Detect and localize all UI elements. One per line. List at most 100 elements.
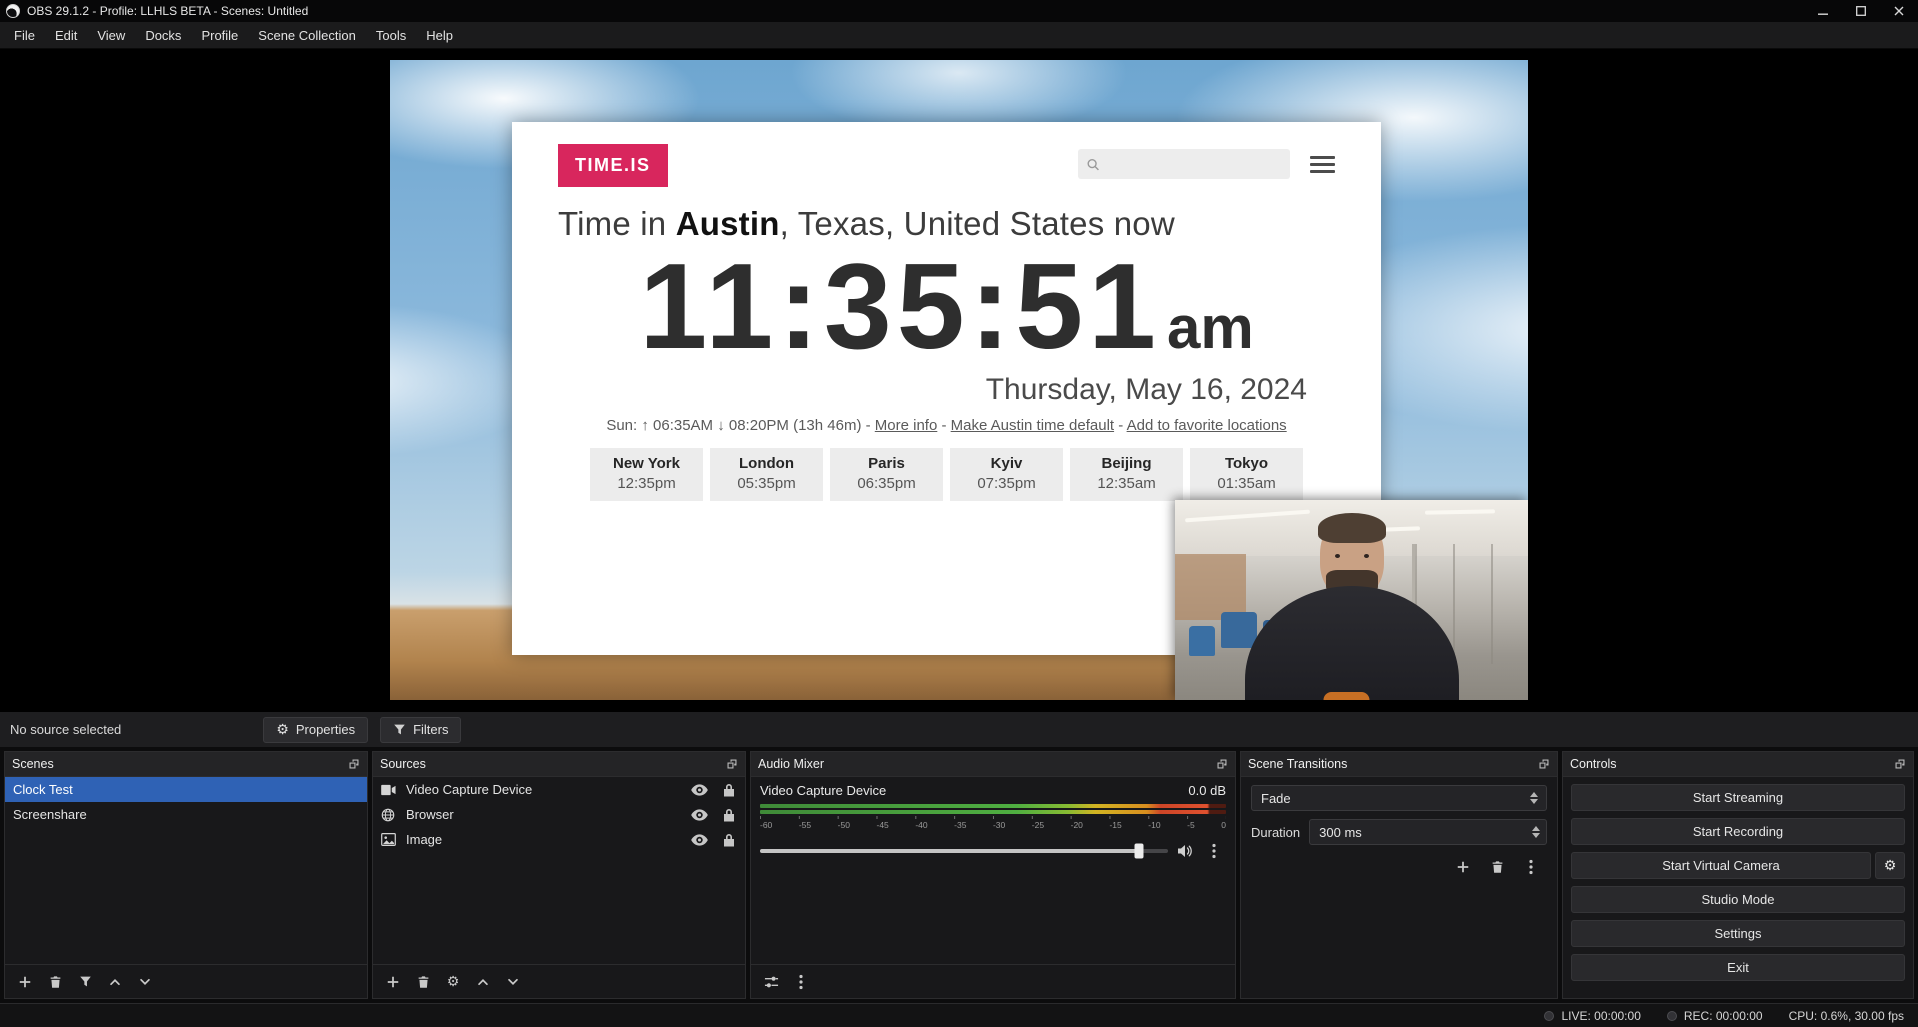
menu-item-docks[interactable]: Docks (135, 22, 191, 48)
menu-item-help[interactable]: Help (416, 22, 463, 48)
start-streaming-button[interactable]: Start Streaming (1571, 784, 1905, 811)
menu-item-file[interactable]: File (4, 22, 45, 48)
virtual-camera-settings-button[interactable]: ⚙ (1875, 852, 1905, 879)
volume-slider[interactable] (760, 849, 1168, 853)
add-favorite-link[interactable]: Add to favorite locations (1127, 417, 1287, 434)
scenes-dock: Scenes Clock Test Screenshare (4, 751, 368, 999)
minimize-icon (1818, 6, 1828, 16)
visibility-eye-icon[interactable] (691, 784, 708, 796)
clock-time: 11:35:51 (639, 238, 1161, 374)
menu-item-profile[interactable]: Profile (191, 22, 248, 48)
search-input[interactable] (1106, 157, 1282, 172)
add-transition-button[interactable] (1451, 855, 1475, 879)
program-video[interactable]: TIME.IS (390, 60, 1528, 700)
scenes-dock-header[interactable]: Scenes (5, 752, 367, 777)
source-properties-gear-icon[interactable]: ⚙ (441, 970, 465, 994)
start-recording-button[interactable]: Start Recording (1571, 818, 1905, 845)
source-item-image[interactable]: Image (373, 827, 745, 852)
duration-increase-button[interactable] (1532, 826, 1540, 831)
sources-toolbar: ⚙ (373, 964, 745, 998)
filters-button[interactable]: Filters (380, 717, 461, 743)
move-source-down-button[interactable] (501, 970, 525, 994)
timeis-logo[interactable]: TIME.IS (558, 144, 668, 187)
hamburger-menu-icon[interactable] (1310, 154, 1335, 175)
more-info-link[interactable]: More info (875, 417, 938, 434)
filter-icon (393, 723, 406, 736)
visibility-eye-icon[interactable] (691, 809, 708, 821)
move-source-up-button[interactable] (471, 970, 495, 994)
start-virtual-camera-button[interactable]: Start Virtual Camera (1571, 852, 1871, 879)
menu-bar: File Edit View Docks Profile Scene Colle… (0, 22, 1918, 49)
duration-spinbox[interactable]: 300 ms (1309, 819, 1547, 845)
lock-icon[interactable] (723, 833, 735, 847)
city-card-beijing[interactable]: Beijing 12:35am (1070, 448, 1183, 501)
city-card-paris[interactable]: Paris 06:35pm (830, 448, 943, 501)
move-scene-down-button[interactable] (133, 970, 157, 994)
maximize-button[interactable] (1842, 0, 1880, 22)
visibility-eye-icon[interactable] (691, 834, 708, 846)
search-icon (1086, 157, 1100, 172)
source-item-video-capture[interactable]: Video Capture Device (373, 777, 745, 802)
scene-filters-button[interactable] (73, 970, 97, 994)
scene-item-screenshare[interactable]: Screenshare (5, 802, 367, 827)
city-card-kyiv[interactable]: Kyiv 07:35pm (950, 448, 1063, 501)
title-area: OBS 29.1.2 - Profile: LLHLS BETA - Scene… (6, 4, 308, 18)
gear-icon: ⚙ (276, 723, 289, 737)
audio-mixer-title: Audio Mixer (758, 757, 824, 771)
advanced-audio-icon[interactable] (759, 970, 783, 994)
mixer-menu-dots-icon[interactable] (789, 970, 813, 994)
close-button[interactable] (1880, 0, 1918, 22)
remove-source-button[interactable] (411, 970, 435, 994)
lock-icon[interactable] (723, 808, 735, 822)
popout-icon[interactable] (348, 758, 360, 770)
preview-canvas[interactable]: TIME.IS (0, 49, 1918, 711)
source-item-browser[interactable]: Browser (373, 802, 745, 827)
transition-properties-dots-icon[interactable] (1519, 855, 1543, 879)
city-card-new-york[interactable]: New York 12:35pm (590, 448, 703, 501)
sources-dock-header[interactable]: Sources (373, 752, 745, 777)
speaker-icon[interactable] (1177, 844, 1193, 858)
popout-icon[interactable] (1216, 758, 1228, 770)
webcam-source[interactable] (1175, 500, 1528, 700)
studio-mode-button[interactable]: Studio Mode (1571, 886, 1905, 913)
exit-button[interactable]: Exit (1571, 954, 1905, 981)
mixer-options-dots-icon[interactable] (1202, 839, 1226, 863)
move-scene-up-button[interactable] (103, 970, 127, 994)
add-scene-button[interactable] (13, 970, 37, 994)
properties-button[interactable]: ⚙ Properties (263, 717, 368, 743)
transition-select[interactable]: Fade (1251, 785, 1547, 811)
volume-slider-handle[interactable] (1135, 844, 1144, 859)
image-icon (381, 833, 398, 846)
scene-item-clock-test[interactable]: Clock Test (5, 777, 367, 802)
popout-icon[interactable] (1538, 758, 1550, 770)
make-default-link[interactable]: Make Austin time default (951, 417, 1114, 434)
add-source-button[interactable] (381, 970, 405, 994)
settings-button[interactable]: Settings (1571, 920, 1905, 947)
dock-area: Scenes Clock Test Screenshare (0, 747, 1918, 1003)
search-box[interactable] (1078, 149, 1290, 179)
city-card-london[interactable]: London 05:35pm (710, 448, 823, 501)
menu-item-view[interactable]: View (87, 22, 135, 48)
menu-item-tools[interactable]: Tools (366, 22, 416, 48)
duration-decrease-button[interactable] (1532, 833, 1540, 838)
transitions-dock-header[interactable]: Scene Transitions (1241, 752, 1557, 777)
popout-icon[interactable] (1894, 758, 1906, 770)
city-card-tokyo[interactable]: Tokyo 01:35am (1190, 448, 1303, 501)
menu-item-edit[interactable]: Edit (45, 22, 87, 48)
title-bar[interactable]: OBS 29.1.2 - Profile: LLHLS BETA - Scene… (0, 0, 1918, 22)
remove-transition-button[interactable] (1485, 855, 1509, 879)
popout-icon[interactable] (726, 758, 738, 770)
minimize-button[interactable] (1804, 0, 1842, 22)
menu-item-scene-collection[interactable]: Scene Collection (248, 22, 366, 48)
stream-status-dot-icon (1544, 1011, 1554, 1021)
scene-transitions-dock: Scene Transitions Fade Duration 300 ms (1240, 751, 1558, 999)
mixer-source-name: Video Capture Device (760, 783, 886, 798)
controls-dock-header[interactable]: Controls (1563, 752, 1913, 777)
remove-scene-button[interactable] (43, 970, 67, 994)
source-status-text: No source selected (10, 722, 121, 737)
audio-mixer-dock-header[interactable]: Audio Mixer (751, 752, 1235, 777)
lock-icon[interactable] (723, 783, 735, 797)
mixer-db-value: 0.0 dB (1188, 783, 1226, 798)
sun-info-line: Sun: ↑ 06:35AM ↓ 08:20PM (13h 46m) - Mor… (558, 417, 1335, 434)
cpu-fps-stats: CPU: 0.6%, 30.00 fps (1789, 1009, 1904, 1023)
